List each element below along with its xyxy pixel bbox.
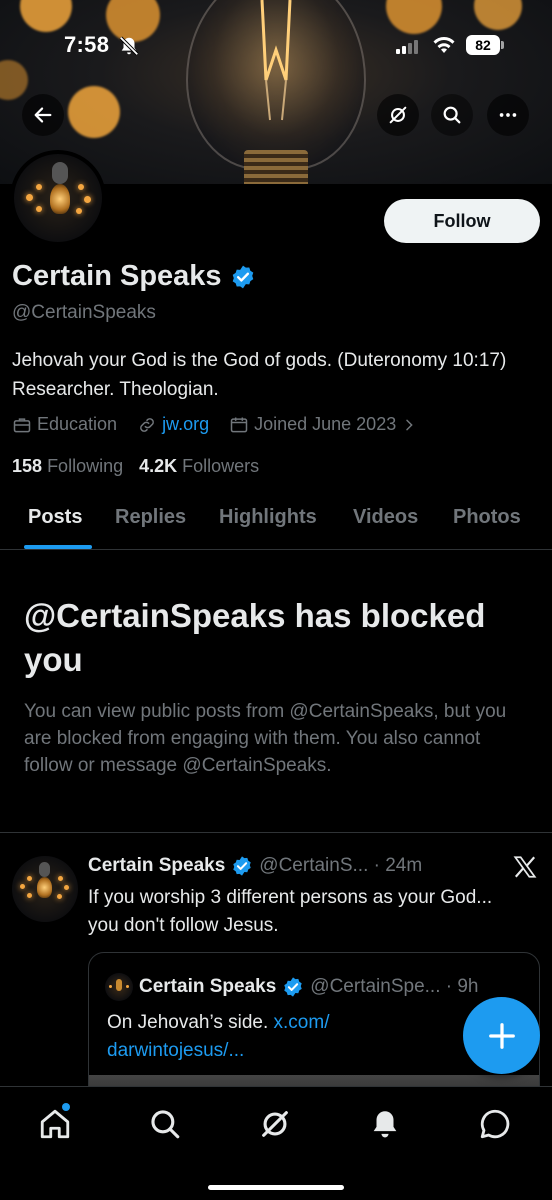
profile-tabs: Posts Replies Highlights Videos Photos <box>0 494 552 550</box>
bulb-base <box>244 150 308 184</box>
divider <box>0 832 552 833</box>
light-dot <box>27 876 32 881</box>
quote-header: Certain Speaks @CertainSpe... · 9h <box>105 973 479 1001</box>
active-tab-indicator <box>24 545 92 549</box>
more-icon <box>499 113 517 117</box>
x-logo-icon <box>513 856 537 878</box>
chevron-right-icon <box>406 419 413 430</box>
follow-button[interactable]: Follow <box>384 199 540 243</box>
status-time: 7:58 <box>64 32 110 57</box>
calendar-icon <box>230 417 248 432</box>
bell-off-icon <box>119 36 139 56</box>
cellular-signal-icon <box>396 38 418 54</box>
following-link[interactable]: 158 Following <box>12 456 123 477</box>
light-dot <box>57 894 62 899</box>
joined-date: Joined June 2023 <box>254 414 397 434</box>
battery-tip <box>501 41 504 49</box>
followers-label: Followers <box>182 456 260 476</box>
light-dot <box>27 893 32 898</box>
quote-text: On Jehovah’s side. x.com/ darwintojesus/… <box>107 1009 467 1065</box>
home-indicator <box>208 1185 344 1190</box>
profile-avatar[interactable] <box>10 150 106 246</box>
profile-handle: @CertainSpeaks <box>12 302 156 323</box>
tab-highlights[interactable]: Highlights <box>219 506 317 529</box>
following-count: 158 <box>12 456 43 476</box>
quote-author-name: Certain Speaks <box>139 976 277 997</box>
light-dot <box>109 985 112 988</box>
quote-link-continued[interactable]: darwintojesus/... <box>107 1040 244 1061</box>
category-label: Education <box>37 414 118 434</box>
microphone-shape <box>39 862 50 877</box>
light-dot <box>76 208 82 214</box>
light-dot <box>26 194 33 201</box>
battery-icon: 82 <box>466 35 500 55</box>
quote-handle-time: @CertainSpe... · 9h <box>310 976 479 997</box>
back-button[interactable] <box>22 94 64 136</box>
briefcase-icon <box>13 417 31 432</box>
light-dot <box>78 184 84 190</box>
search-icon[interactable] <box>148 1107 182 1141</box>
light-dot <box>36 206 42 212</box>
post-header: Certain Speaks @CertainS... · 24m <box>88 855 422 877</box>
messages-icon[interactable] <box>478 1107 512 1141</box>
tab-replies[interactable]: Replies <box>115 506 186 529</box>
verified-badge-icon <box>233 856 252 876</box>
grok-icon[interactable] <box>258 1107 292 1141</box>
profile-meta: Education jw.org Joined June 2023 <box>12 414 437 435</box>
back-arrow-icon <box>34 107 52 123</box>
light-dot <box>64 885 69 890</box>
post-handle-time: @CertainS... · 24m <box>259 855 423 876</box>
post-avatar[interactable] <box>12 856 78 922</box>
more-button[interactable] <box>487 94 529 136</box>
grok-button[interactable] <box>377 94 419 136</box>
light-dot <box>58 876 63 881</box>
status-bar: 7:58 82 <box>0 0 552 90</box>
quote-body: On Jehovah’s side. <box>107 1012 269 1033</box>
bulb-shape <box>116 979 122 991</box>
quote-avatar <box>105 973 133 1001</box>
tab-posts[interactable]: Posts <box>28 506 82 529</box>
link-icon <box>140 417 154 432</box>
notification-dot <box>62 1103 70 1111</box>
notifications-icon[interactable] <box>368 1107 402 1141</box>
tab-videos[interactable]: Videos <box>353 506 418 529</box>
home-icon[interactable] <box>38 1107 72 1141</box>
bottom-navigation <box>0 1086 552 1200</box>
light-dot <box>84 196 91 203</box>
name-row: Certain Speaks <box>12 260 256 293</box>
search-button[interactable] <box>431 94 473 136</box>
search-icon <box>443 106 461 124</box>
quote-link[interactable]: x.com/ <box>274 1012 330 1033</box>
followers-link[interactable]: 4.2K Followers <box>139 456 259 477</box>
verified-badge-icon[interactable] <box>230 264 256 290</box>
verified-badge-icon <box>284 977 303 997</box>
light-dot <box>20 884 25 889</box>
blocked-title: @CertainSpeaks has blocked you <box>24 597 486 678</box>
post-text[interactable]: If you worship 3 different persons as yo… <box>88 884 518 940</box>
light-dot <box>126 985 129 988</box>
bulb-shape <box>50 184 70 214</box>
microphone-shape <box>52 162 68 184</box>
profile-bio: Jehovah your God is the God of gods. (Du… <box>12 350 507 400</box>
wifi-icon <box>433 37 455 53</box>
blocked-message: You can view public posts from @CertainS… <box>24 701 507 776</box>
website-link[interactable]: jw.org <box>162 414 209 435</box>
following-label: Following <box>47 456 124 476</box>
post-author-name[interactable]: Certain Speaks <box>88 855 225 877</box>
category-item: Education <box>12 414 117 435</box>
follow-stats: 158 Following 4.2K Followers <box>12 456 259 477</box>
followers-count: 4.2K <box>139 456 178 476</box>
plus-icon <box>488 1022 515 1049</box>
bokeh-light <box>68 86 120 138</box>
bulb-shape <box>37 877 52 898</box>
light-dot <box>36 184 42 190</box>
display-name: Certain Speaks <box>12 260 222 292</box>
joined-item[interactable]: Joined June 2023 <box>229 414 417 435</box>
tab-photos[interactable]: Photos <box>453 506 521 529</box>
website-item[interactable]: jw.org <box>137 414 209 435</box>
compose-button[interactable] <box>463 997 540 1074</box>
grok-icon <box>389 106 407 124</box>
